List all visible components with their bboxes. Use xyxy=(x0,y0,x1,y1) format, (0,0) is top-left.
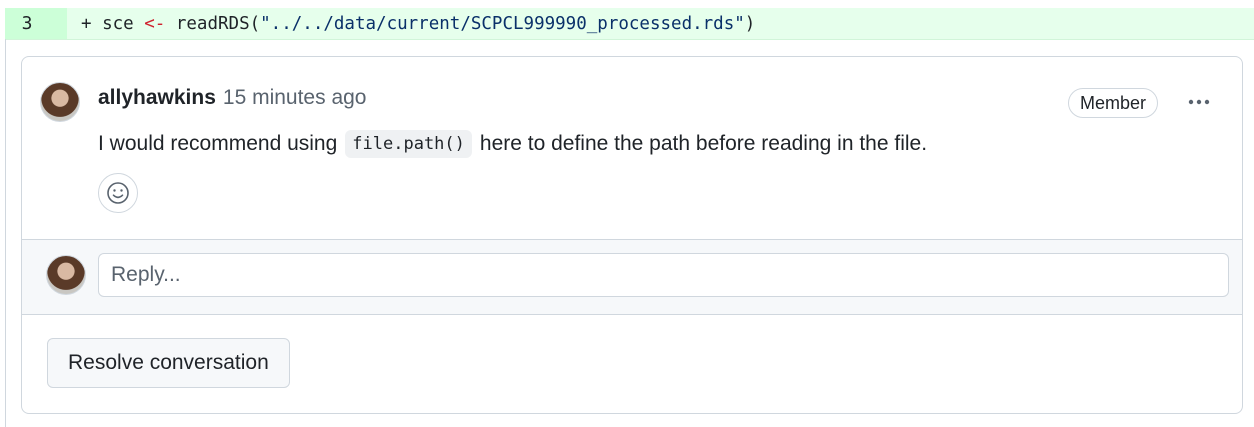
diff-string: "../../data/current/SCPCL999990_processe… xyxy=(260,13,745,34)
member-badge: Member xyxy=(1068,88,1159,118)
diff-call: readRDS( xyxy=(165,13,261,34)
smiley-icon xyxy=(107,182,129,204)
diff-operator: <- xyxy=(144,13,166,34)
diff-prefix: + xyxy=(81,13,103,34)
avatar[interactable] xyxy=(40,82,80,122)
reply-input[interactable] xyxy=(98,253,1229,297)
review-thread: allyhawkins 15 minutes ago Member I woul… xyxy=(21,56,1243,414)
comment-text-before: I would recommend using xyxy=(98,132,338,155)
kebab-horizontal-icon[interactable] xyxy=(1182,87,1216,117)
more-options-icon xyxy=(1188,99,1210,105)
diff-var: sce xyxy=(102,13,145,34)
diff-code: + sce <- readRDS("../../data/current/SCP… xyxy=(67,14,755,34)
inline-code: file.path() xyxy=(345,130,472,158)
avatar xyxy=(46,255,86,295)
comment-timestamp[interactable]: 15 minutes ago xyxy=(223,86,367,110)
add-reaction-button[interactable] xyxy=(98,173,138,213)
reply-bar xyxy=(22,239,1242,315)
diff-close: ) xyxy=(744,13,756,34)
line-number[interactable]: 3 xyxy=(5,8,67,39)
comment-author[interactable]: allyhawkins xyxy=(98,86,216,110)
resolve-conversation-button[interactable]: Resolve conversation xyxy=(47,338,290,388)
comment-text-after: here to define the path before reading i… xyxy=(479,132,928,155)
diff-line: 3 + sce <- readRDS("../../data/current/S… xyxy=(5,8,1254,40)
diff-border xyxy=(5,39,6,427)
comment-body: I would recommend using file.path() here t… xyxy=(98,130,927,158)
comment-header: allyhawkins 15 minutes ago xyxy=(98,86,367,110)
